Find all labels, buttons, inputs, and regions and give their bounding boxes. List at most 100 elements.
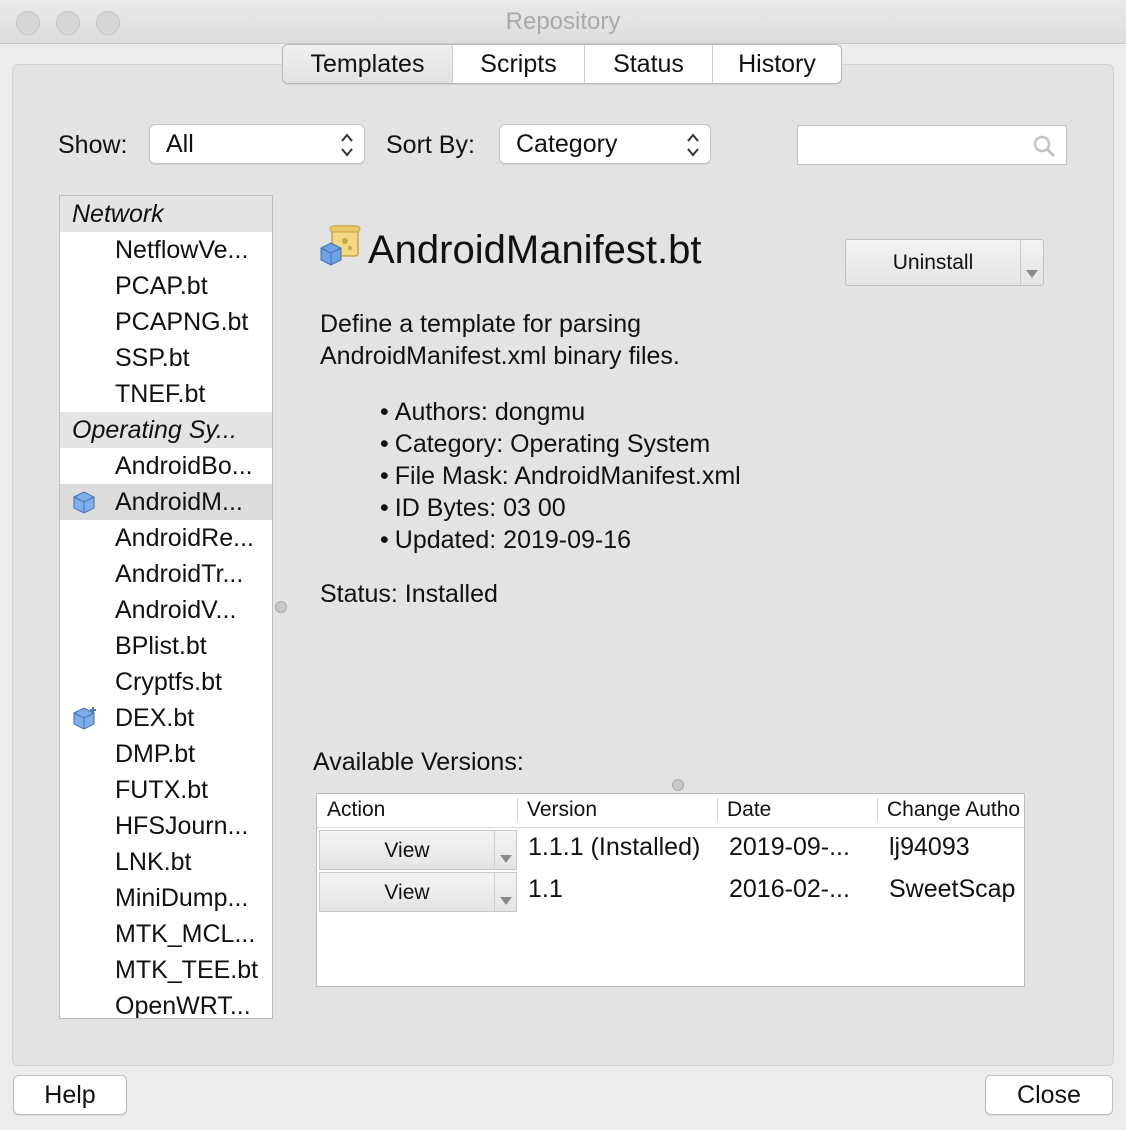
uninstall-button[interactable]: Uninstall (845, 239, 1044, 286)
template-scroll-icon (320, 225, 361, 266)
info-authors: Authors: dongmu (380, 396, 741, 428)
list-item[interactable]: DMP.bt (60, 736, 272, 772)
list-item[interactable]: TNEF.bt (60, 376, 272, 412)
version-cell: 1.1 (528, 875, 563, 903)
update-cube-icon (73, 707, 96, 730)
column-divider[interactable] (517, 798, 518, 822)
list-item-label: TNEF.bt (115, 380, 206, 408)
list-item-label: MiniDump... (115, 884, 249, 912)
list-item[interactable]: AndroidTr... (60, 556, 272, 592)
column-divider[interactable] (877, 798, 878, 822)
template-list[interactable]: Network NetflowVe... PCAP.bt PCAPNG.bt SSP.b… (59, 195, 273, 1019)
list-item-label: PCAPNG.bt (115, 308, 249, 336)
installed-cube-icon (73, 491, 95, 514)
search-input[interactable] (797, 125, 1067, 165)
list-item-label: MTK_MCL... (115, 920, 256, 948)
tab-scripts[interactable]: Scripts (453, 45, 585, 83)
tab-status[interactable]: Status (585, 45, 713, 83)
info-category: Category: Operating System (380, 428, 741, 460)
list-item[interactable]: LNK.bt (60, 844, 272, 880)
list-item[interactable]: PCAPNG.bt (60, 304, 272, 340)
template-info-list: Authors: dongmu Category: Operating Syst… (380, 396, 741, 556)
list-item-label: FUTX.bt (115, 776, 209, 804)
list-item-label: DMP.bt (115, 740, 196, 768)
list-category-header: Operating Sy... (60, 412, 272, 448)
list-item-label: AndroidM... (115, 488, 243, 516)
list-item[interactable]: OpenWRT... (60, 988, 272, 1019)
tab-templates[interactable]: Templates (283, 45, 453, 83)
help-button[interactable]: Help (13, 1075, 127, 1115)
view-button-divider (494, 873, 495, 911)
list-item-label: AndroidRe... (115, 524, 254, 552)
table-row[interactable]: View 1.1.1 (Installed) 2019-09-... lj940… (317, 828, 1024, 870)
available-versions-label: Available Versions: (313, 748, 524, 776)
search-icon (1033, 135, 1056, 158)
template-title: AndroidManifest.bt (368, 228, 702, 272)
list-item[interactable]: HFSJourn... (60, 808, 272, 844)
uninstall-divider (1020, 240, 1021, 285)
view-dropdown-arrow-icon[interactable] (500, 897, 512, 905)
list-item-label: MTK_TEE.bt (115, 956, 259, 984)
view-dropdown-arrow-icon[interactable] (500, 855, 512, 863)
list-item[interactable]: AndroidM... (60, 484, 272, 520)
list-item[interactable]: NetflowVe... (60, 232, 272, 268)
list-item-label: NetflowVe... (115, 236, 249, 264)
sort-by-label: Sort By: (386, 131, 475, 159)
list-item-label: BPlist.bt (115, 632, 207, 660)
list-item[interactable]: BPlist.bt (60, 628, 272, 664)
list-item-label: HFSJourn... (115, 812, 249, 840)
template-description: Define a template for parsing AndroidMan… (320, 308, 680, 372)
info-updated: Updated: 2019-09-16 (380, 524, 741, 556)
list-item[interactable]: AndroidBo... (60, 448, 272, 484)
list-item-label: DEX.bt (115, 704, 195, 732)
list-item-label: AndroidBo... (115, 452, 253, 480)
author-cell: lj94093 (889, 833, 970, 861)
column-header-change-author[interactable]: Change Autho (887, 798, 1020, 822)
title-bar: Repository (0, 0, 1126, 44)
sort-by-select-value: Category (516, 129, 618, 158)
list-item-label: Operating Sy... (72, 416, 237, 444)
list-item-label: PCAP.bt (115, 272, 208, 300)
list-item[interactable]: MiniDump... (60, 880, 272, 916)
table-header: Action Version Date Change Autho (317, 794, 1024, 828)
list-item-label: OpenWRT... (115, 992, 251, 1019)
list-category-header: Network (60, 196, 272, 232)
list-item[interactable]: Cryptfs.bt (60, 664, 272, 700)
list-item[interactable]: AndroidV... (60, 592, 272, 628)
version-cell: 1.1.1 (Installed) (528, 833, 701, 861)
view-button-label: View (384, 881, 430, 904)
column-divider[interactable] (717, 798, 718, 822)
splitter-handle[interactable] (672, 779, 684, 791)
list-item[interactable]: PCAP.bt (60, 268, 272, 304)
versions-table: Action Version Date Change Autho View 1.… (316, 793, 1025, 987)
info-id-bytes: ID Bytes: 03 00 (380, 492, 741, 524)
tab-bar: Templates Scripts Status History (282, 44, 842, 84)
list-item[interactable]: MTK_TEE.bt (60, 952, 272, 988)
list-item[interactable]: AndroidRe... (60, 520, 272, 556)
list-item[interactable]: MTK_MCL... (60, 916, 272, 952)
uninstall-dropdown-arrow-icon[interactable] (1026, 270, 1038, 278)
show-select[interactable]: All (149, 124, 365, 164)
list-item[interactable]: SSP.bt (60, 340, 272, 376)
table-row[interactable]: View 1.1 2016-02-... SweetScap (317, 870, 1024, 912)
list-item[interactable]: FUTX.bt (60, 772, 272, 808)
view-button-label: View (384, 839, 430, 862)
author-cell: SweetScap (889, 875, 1016, 903)
list-item-label: AndroidTr... (115, 560, 244, 588)
close-button[interactable]: Close (985, 1075, 1113, 1115)
view-button[interactable]: View (319, 830, 517, 870)
info-file-mask: File Mask: AndroidManifest.xml (380, 460, 741, 492)
date-cell: 2019-09-... (729, 833, 850, 861)
date-cell: 2016-02-... (729, 875, 850, 903)
show-label: Show: (58, 131, 128, 159)
list-item[interactable]: DEX.bt (60, 700, 272, 736)
column-header-date[interactable]: Date (727, 798, 771, 822)
sort-by-select[interactable]: Category (499, 124, 711, 164)
list-item-label: Network (72, 200, 164, 228)
column-header-action[interactable]: Action (327, 798, 385, 822)
splitter-handle[interactable] (275, 601, 287, 613)
tab-history[interactable]: History (713, 45, 841, 83)
column-header-version[interactable]: Version (527, 798, 597, 822)
view-button[interactable]: View (319, 872, 517, 912)
list-item-label: Cryptfs.bt (115, 668, 222, 696)
